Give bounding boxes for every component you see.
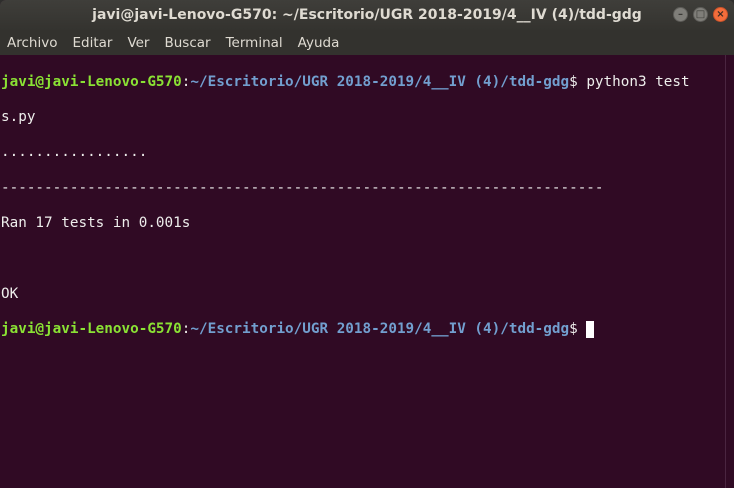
- menu-ver[interactable]: Ver: [120, 35, 157, 51]
- scrollbar[interactable]: [725, 55, 734, 488]
- menu-terminal[interactable]: Terminal: [219, 35, 291, 51]
- ran-summary: Ran 17 tests in 0.001s: [1, 215, 191, 232]
- menu-ayuda[interactable]: Ayuda: [291, 35, 348, 51]
- ran-line: Ran 17 tests in 0.001s: [1, 215, 726, 233]
- ok-line: OK: [1, 286, 726, 304]
- command-wrap-text: s.py: [1, 109, 36, 126]
- prompt-path: ~/Escritorio/UGR 2018-2019/4__IV (4)/tdd…: [190, 73, 570, 90]
- prompt-dollar: $: [569, 73, 587, 90]
- prompt-line-1: javi@javi-Lenovo-G570:~/Escritorio/UGR 2…: [1, 74, 726, 92]
- menu-editar[interactable]: Editar: [65, 35, 120, 51]
- close-button[interactable]: ×: [713, 7, 728, 22]
- separator-line: ----------------------------------------…: [1, 180, 726, 198]
- terminal-output[interactable]: javi@javi-Lenovo-G570:~/Escritorio/UGR 2…: [0, 55, 726, 488]
- prompt-dollar: $: [569, 321, 578, 338]
- maximize-button[interactable]: □: [693, 7, 708, 22]
- prompt-path: ~/Escritorio/UGR 2018-2019/4__IV (4)/tdd…: [190, 321, 570, 338]
- window-controls: – □ ×: [673, 7, 728, 22]
- title-bar[interactable]: javi@javi-Lenovo-G570: ~/Escritorio/UGR …: [0, 0, 734, 30]
- close-icon: ×: [716, 8, 725, 20]
- prompt-line-2: javi@javi-Lenovo-G570:~/Escritorio/UGR 2…: [1, 321, 726, 339]
- test-dots: .................: [1, 144, 148, 161]
- maximize-icon: □: [695, 8, 706, 20]
- separator-dashes: ----------------------------------------…: [1, 179, 604, 196]
- prompt-user: javi@javi-Lenovo-G570: [1, 73, 182, 90]
- text-cursor: [585, 321, 594, 339]
- prompt-user: javi@javi-Lenovo-G570: [1, 321, 182, 338]
- test-dots-line: .................: [1, 144, 726, 162]
- window-title: javi@javi-Lenovo-G570: ~/Escritorio/UGR …: [92, 7, 642, 23]
- terminal-window: javi@javi-Lenovo-G570: ~/Escritorio/UGR …: [0, 0, 734, 488]
- menu-archivo[interactable]: Archivo: [0, 35, 65, 51]
- menu-bar: Archivo Editar Ver Buscar Terminal Ayuda: [0, 30, 734, 55]
- minimize-icon: –: [678, 8, 683, 20]
- command-wrap-line: s.py: [1, 109, 726, 127]
- menu-buscar[interactable]: Buscar: [157, 35, 218, 51]
- minimize-button[interactable]: –: [673, 7, 688, 22]
- ok-status: OK: [1, 286, 19, 303]
- command-text: python3 test: [586, 73, 690, 90]
